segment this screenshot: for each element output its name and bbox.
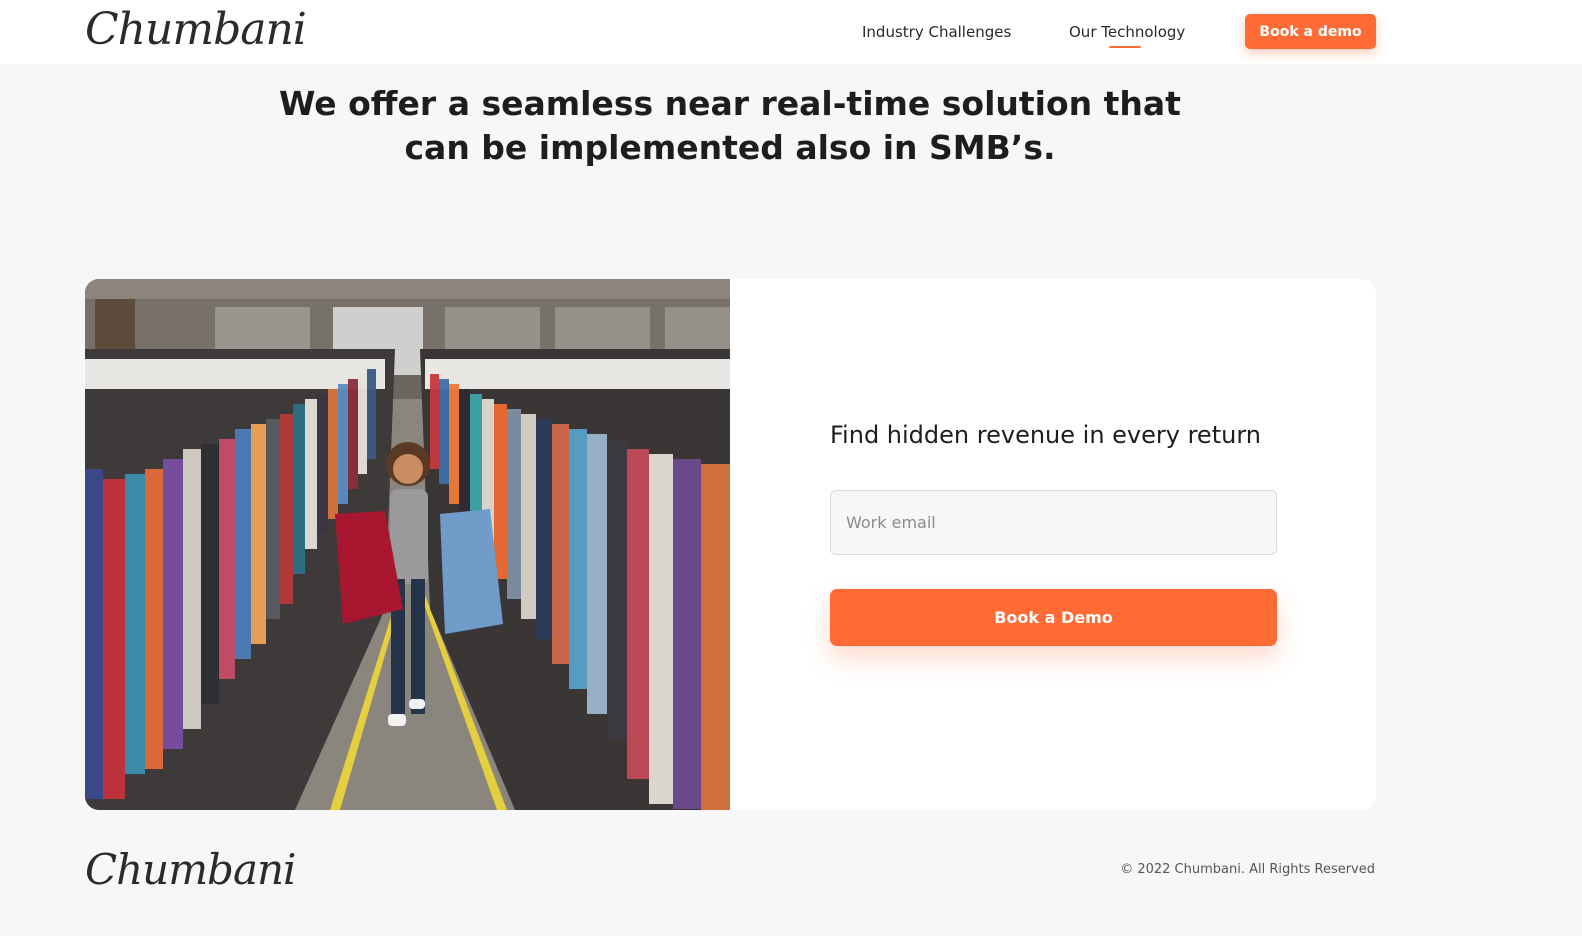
form-heading: Find hidden revenue in every return <box>830 421 1261 449</box>
work-email-input[interactable] <box>830 490 1277 555</box>
hero-line-2: can be implemented also in SMB’s. <box>404 128 1056 167</box>
footer-logo[interactable]: Chumbani <box>85 842 296 898</box>
nav-our-technology[interactable]: Our Technology <box>1069 22 1185 42</box>
book-demo-form-button[interactable]: Book a Demo <box>830 589 1277 646</box>
brand-logo[interactable]: Chumbani <box>85 2 307 58</box>
warehouse-photo <box>85 279 730 810</box>
hero-line-1: We offer a seamless near real-time solut… <box>279 84 1181 123</box>
book-demo-header-button[interactable]: Book a demo <box>1245 14 1376 49</box>
demo-card: Find hidden revenue in every return Book… <box>85 279 1376 810</box>
copyright-text: © 2022 Chumbani. All Rights Reserved <box>1120 862 1375 877</box>
active-nav-indicator <box>1109 46 1141 48</box>
hero-heading: We offer a seamless near real-time solut… <box>230 82 1230 170</box>
nav-industry-challenges[interactable]: Industry Challenges <box>862 22 1011 42</box>
warehouse-illustration <box>85 279 730 810</box>
site-header: Chumbani Industry Challenges Our Technol… <box>0 0 1582 64</box>
